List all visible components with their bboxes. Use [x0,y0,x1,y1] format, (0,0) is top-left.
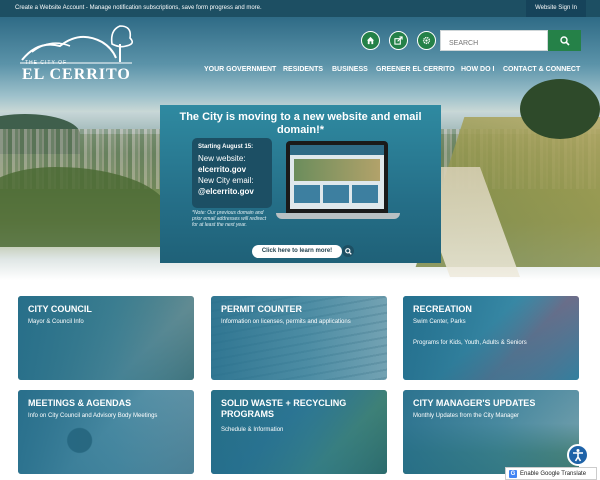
card-city-council[interactable]: CITY COUNCIL Mayor & Council Info [18,296,194,380]
search-input[interactable] [440,30,548,51]
hero-tree-right [520,79,600,139]
card-permit-counter[interactable]: PERMIT COUNTER Information on licenses, … [211,296,387,380]
search-button[interactable] [548,30,581,51]
card-description: Info on City Council and Advisory Body M… [28,413,158,419]
search-icon [559,35,570,46]
accessibility-button[interactable] [567,444,589,466]
laptop-illustration [286,141,388,213]
promo-starting: Starting August 15: [198,144,254,150]
promo-title: The City is moving to a new website and … [179,111,422,136]
nav-how-do-i[interactable]: HOW DO I [461,66,494,73]
website-sign-in-link[interactable]: Website Sign In [526,0,586,17]
google-translate-icon: G [509,469,517,478]
laptop-base [276,213,400,219]
search-icon [344,247,352,255]
nav-residents[interactable]: RESIDENTS [283,66,323,73]
home-icon [366,36,375,45]
nav-contact-connect[interactable]: CONTACT & CONNECT [503,66,580,73]
card-title: CITY COUNCIL [28,304,92,314]
promo-search-button[interactable] [342,245,354,257]
share-icon [394,36,403,45]
promo-new-email-label: New City email: [198,176,254,185]
nav-business[interactable]: BUSINESS [332,66,368,73]
google-translate-button[interactable]: G Enable Google Translate [505,467,597,480]
top-utility-bar: Create a Website Account - Manage notifi… [0,0,600,17]
create-account-text[interactable]: Create a Website Account - Manage notifi… [15,5,262,11]
card-title: MEETINGS & AGENDAS [28,398,132,408]
gear-icon [422,36,431,45]
card-recreation[interactable]: RECREATION Swim Center, Parks Programs f… [403,296,579,380]
promo-note: *Note: Our previous domain and prior ema… [192,210,267,228]
nav-your-government[interactable]: YOUR GOVERNMENT [204,66,276,73]
promo-banner[interactable]: The City is moving to a new website and … [160,105,441,263]
card-solid-waste-recycling[interactable]: SOLID WASTE + RECYCLING PROGRAMS Schedul… [211,390,387,474]
accessibility-icon [573,449,583,462]
promo-new-website: elcerrito.gov [198,165,247,174]
main-nav: YOUR GOVERNMENT RESIDENTS BUSINESS GREEN… [0,66,600,76]
promo-info-box: Starting August 15: New website: elcerri… [192,138,272,208]
card-description: Swim Center, Parks [413,319,466,325]
card-meetings-agendas[interactable]: MEETINGS & AGENDAS Info on City Council … [18,390,194,474]
learn-more-button[interactable]: Click here to learn more! [252,245,342,258]
card-title: PERMIT COUNTER [221,304,302,314]
card-title: SOLID WASTE + RECYCLING PROGRAMS [221,398,347,419]
card-title: CITY MANAGER'S UPDATES [413,398,536,408]
promo-new-website-label: New website: [198,154,246,163]
card-description-2: Programs for Kids, Youth, Adults & Senio… [413,340,527,346]
card-description: Mayor & Council Info [28,319,84,325]
laptop-screen [290,145,384,209]
card-description: Information on licenses, permits and app… [221,319,351,325]
card-city-managers-updates[interactable]: CITY MANAGER'S UPDATES Monthly Updates f… [403,390,579,474]
nav-greener-el-cerrito[interactable]: GREENER EL CERRITO [376,66,455,73]
settings-button[interactable] [417,31,436,50]
card-description: Monthly Updates from the City Manager [413,413,520,419]
card-title: RECREATION [413,304,472,314]
google-translate-label: Enable Google Translate [520,470,587,477]
promo-new-email: @elcerrito.gov [198,187,254,196]
card-description: Schedule & Information [221,427,284,433]
share-button[interactable] [389,31,408,50]
home-button[interactable] [361,31,380,50]
create-account-link[interactable]: Create a Website Account - Manage notifi… [15,5,262,11]
